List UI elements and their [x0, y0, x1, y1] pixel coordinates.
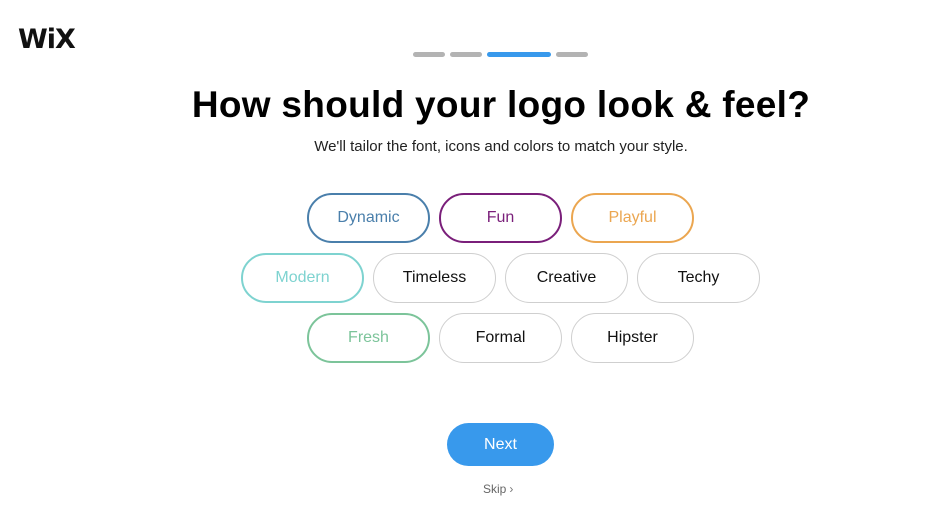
progress-step-2 — [450, 52, 482, 57]
style-option-fun[interactable]: Fun — [439, 193, 562, 243]
style-option-creative[interactable]: Creative — [505, 253, 628, 303]
wix-logo: WiX — [18, 24, 76, 55]
style-option-formal[interactable]: Formal — [439, 313, 562, 363]
chevron-right-icon: › — [509, 482, 514, 496]
style-option-dynamic[interactable]: Dynamic — [307, 193, 430, 243]
page-title: How should your logo look & feel? — [191, 84, 811, 125]
progress-step-3-active — [487, 52, 551, 57]
style-option-modern[interactable]: Modern — [241, 253, 364, 303]
style-option-techy[interactable]: Techy — [637, 253, 760, 303]
step-progress — [413, 52, 588, 57]
style-option-fresh[interactable]: Fresh — [307, 313, 430, 363]
progress-step-4 — [556, 52, 588, 57]
progress-step-1 — [413, 52, 445, 57]
skip-label: Skip — [483, 482, 507, 496]
next-button[interactable]: Next — [447, 423, 554, 466]
skip-link[interactable]: Skip › — [483, 482, 513, 496]
style-option-timeless[interactable]: Timeless — [373, 253, 496, 303]
style-option-hipster[interactable]: Hipster — [571, 313, 694, 363]
page-subtitle: We'll tailor the font, icons and colors … — [314, 138, 688, 155]
style-option-playful[interactable]: Playful — [571, 193, 694, 243]
